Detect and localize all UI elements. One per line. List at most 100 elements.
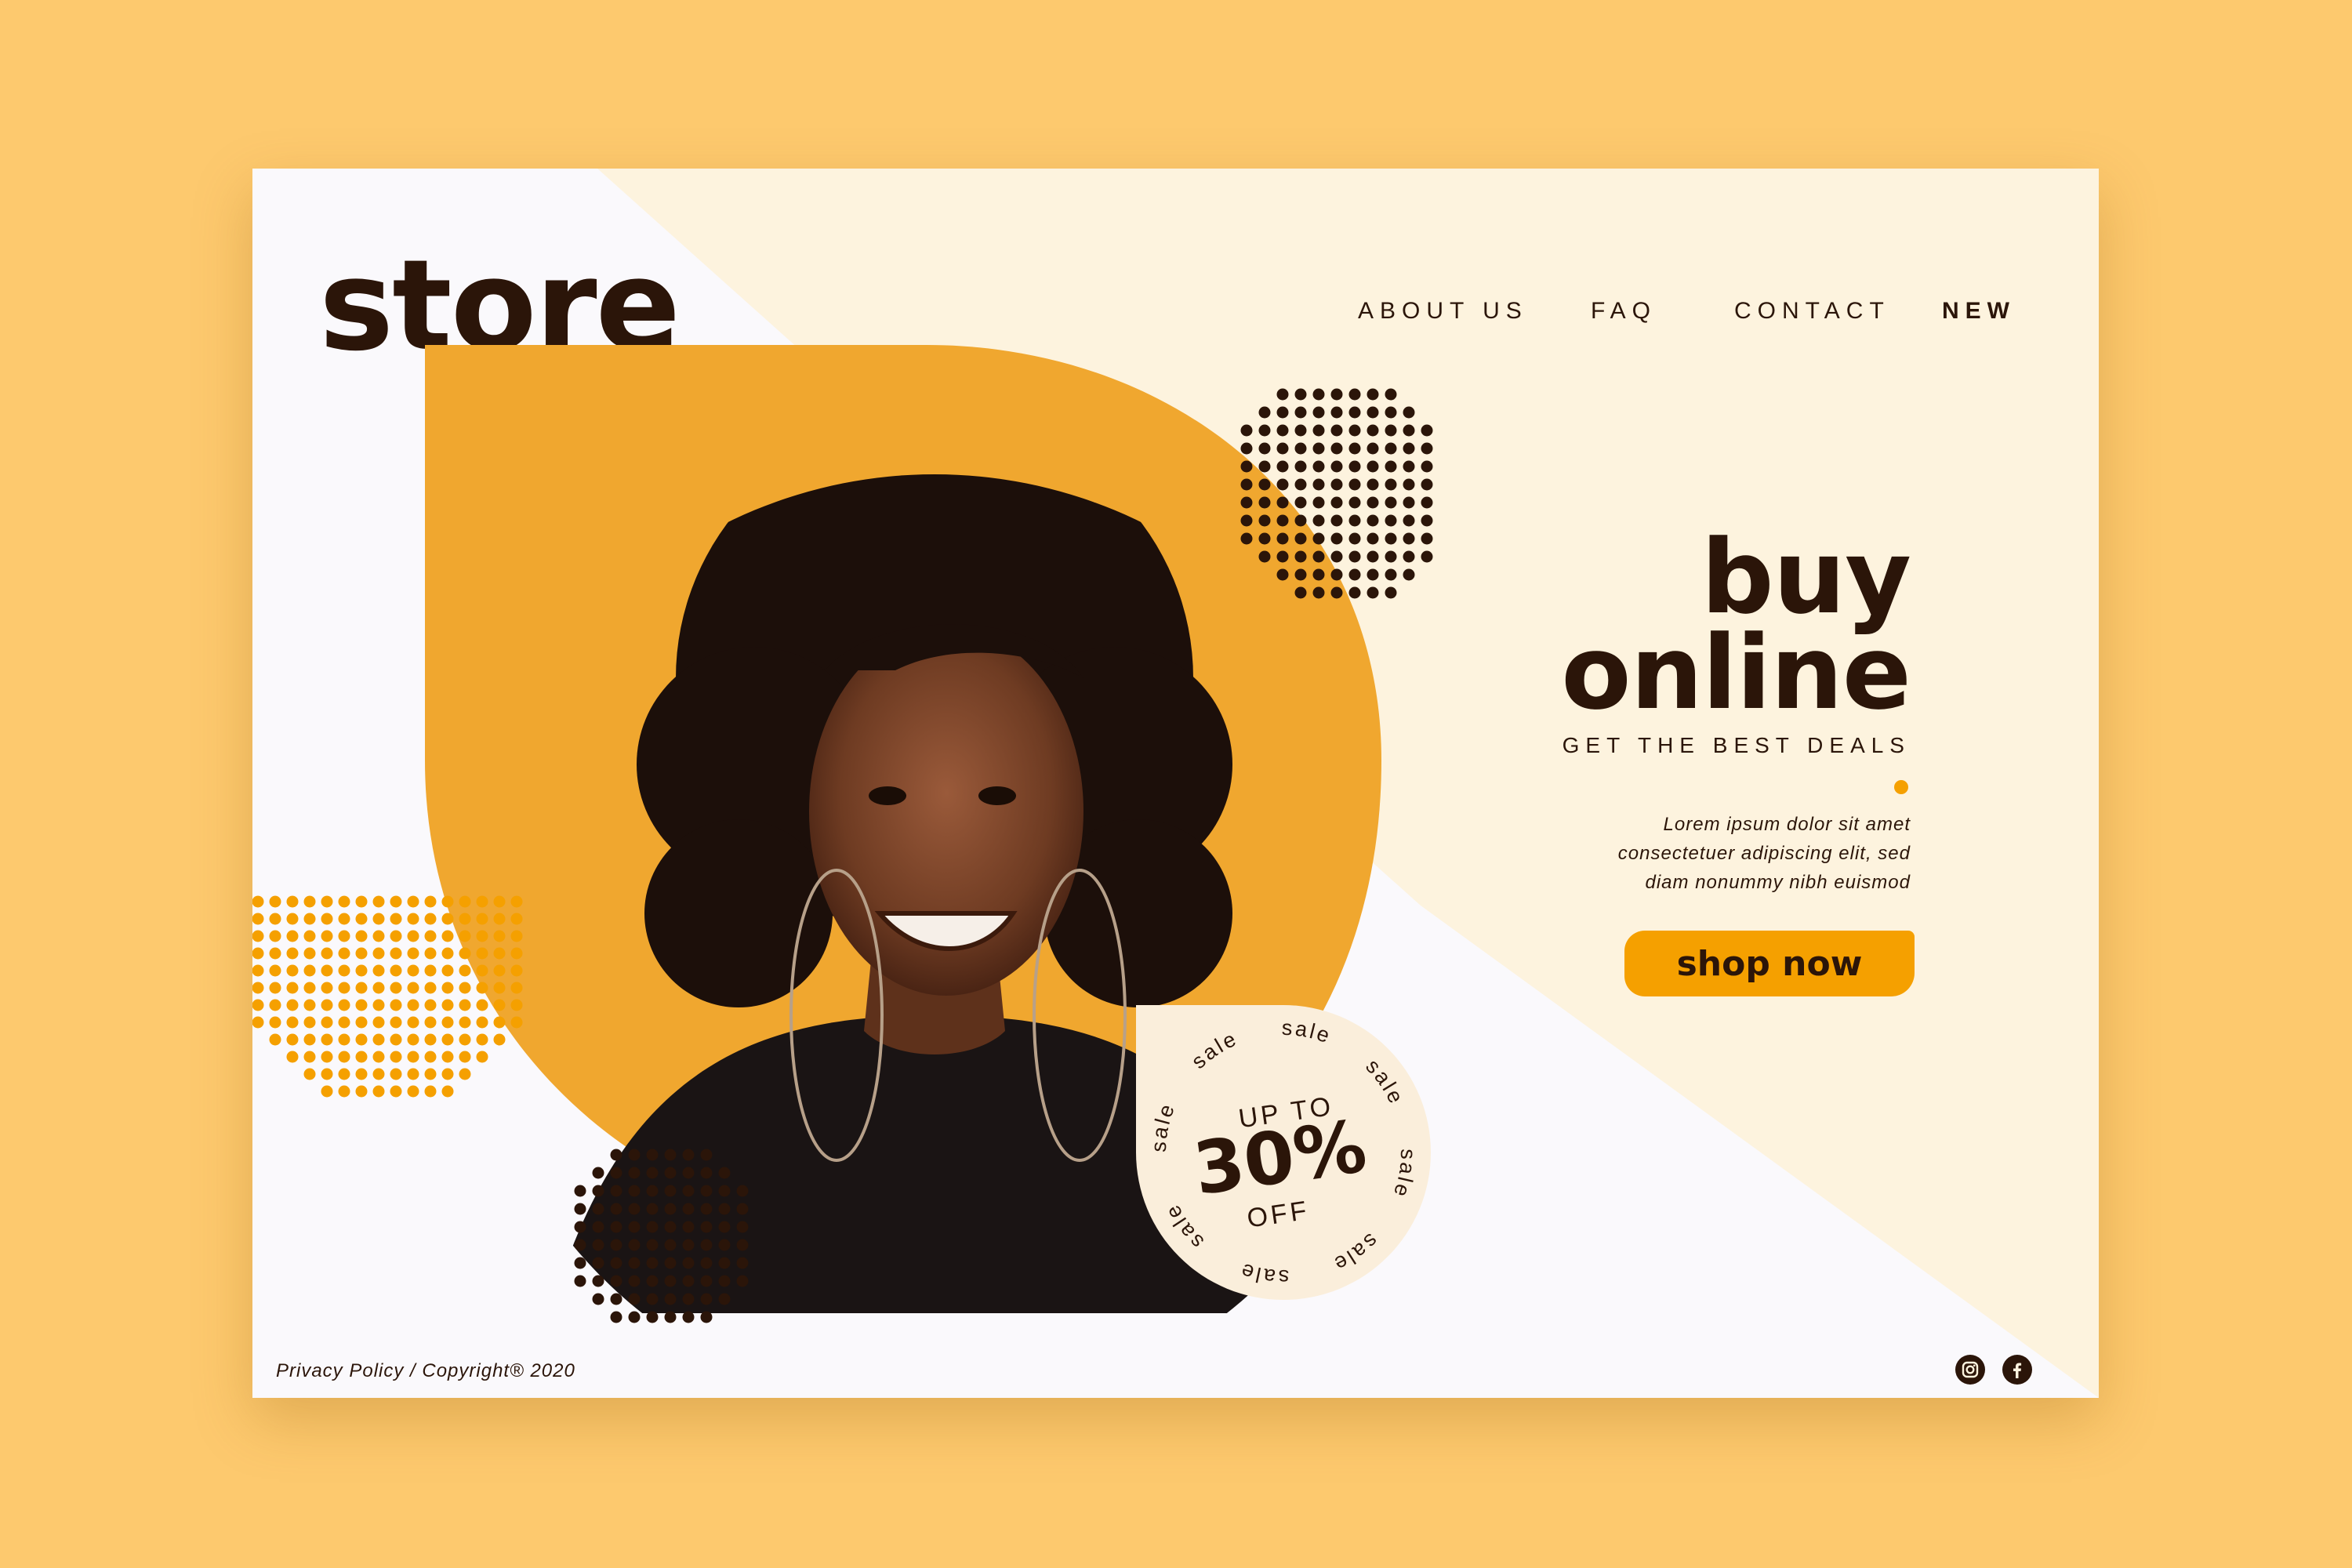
halftone-dot (424, 930, 437, 942)
halftone-dot (321, 913, 333, 925)
halftone-dot (303, 999, 316, 1011)
halftone-dot (1403, 532, 1415, 545)
halftone-dot (407, 1051, 419, 1063)
halftone-dot (424, 964, 437, 977)
halftone-dot (1330, 568, 1343, 581)
halftone-dot (424, 982, 437, 994)
headline: buy online (1561, 517, 1911, 732)
halftone-dot (269, 930, 281, 942)
halftone-dot (372, 1033, 385, 1046)
sale-badge[interactable]: salesale salesale sale sale salesale UP TO 3… (1127, 996, 1440, 1309)
halftone-dot (1312, 550, 1325, 563)
halftone-dot (424, 1033, 437, 1046)
headline-line-2: online (1561, 613, 1911, 732)
halftone-dot (1312, 532, 1325, 545)
halftone-dot (1330, 532, 1343, 545)
halftone-dot (1240, 496, 1253, 509)
halftone-dot (252, 895, 264, 908)
halftone-dot (664, 1221, 677, 1233)
halftone-dot (510, 895, 523, 908)
halftone-dot (700, 1221, 713, 1233)
halftone-dot (592, 1275, 604, 1287)
halftone-dot (1348, 406, 1361, 419)
halftone-dot (303, 913, 316, 925)
halftone-dot (646, 1311, 659, 1323)
halftone-dot (441, 964, 454, 977)
halftone-dot (1403, 550, 1415, 563)
halftone-dot (459, 1016, 471, 1029)
halftone-dot (372, 982, 385, 994)
halftone-dot (1403, 478, 1415, 491)
halftone-dot (1367, 532, 1379, 545)
halftone-dot (1330, 514, 1343, 527)
halftone-dot (1385, 496, 1397, 509)
halftone-dot (1403, 442, 1415, 455)
halftone-dot (286, 999, 299, 1011)
halftone-dot (610, 1293, 622, 1305)
halftone-dot (355, 913, 368, 925)
halftone-dot (1348, 388, 1361, 401)
halftone-dot (269, 964, 281, 977)
footer-legal-links[interactable]: Privacy Policy / Copyright® 2020 (276, 1360, 575, 1382)
halftone-dot (441, 930, 454, 942)
headline-line-1: buy (1700, 517, 1911, 637)
halftone-dot (476, 895, 488, 908)
halftone-dot (628, 1257, 641, 1269)
shop-now-button[interactable]: shop now (1624, 931, 1915, 996)
halftone-dot (700, 1257, 713, 1269)
halftone-dot (574, 1239, 586, 1251)
halftone-dot (355, 1016, 368, 1029)
halftone-dot (664, 1149, 677, 1161)
halftone-dot (1385, 478, 1397, 491)
halftone-dot (269, 1016, 281, 1029)
halftone-dot (372, 1051, 385, 1063)
halftone-dot (510, 947, 523, 960)
description-line-3: diam nonummy nibh euismod (1645, 872, 1911, 893)
halftone-dot (736, 1257, 749, 1269)
halftone-dot (321, 1051, 333, 1063)
halftone-dot (441, 1068, 454, 1080)
halftone-dot (303, 1068, 316, 1080)
facebook-glyph (2013, 1363, 2022, 1378)
halftone-dot (646, 1185, 659, 1197)
halftone-dot (610, 1275, 622, 1287)
halftone-dot (510, 964, 523, 977)
halftone-dot (303, 1033, 316, 1046)
facebook-icon[interactable] (2002, 1355, 2032, 1385)
halftone-dot (1276, 568, 1289, 581)
halftone-dot (700, 1239, 713, 1251)
halftone-dot (459, 1051, 471, 1063)
halftone-dot (476, 982, 488, 994)
halftone-dot (407, 1033, 419, 1046)
halftone-dot (252, 930, 264, 942)
halftone-dot (355, 982, 368, 994)
halftone-dot (493, 1016, 506, 1029)
halftone-dot (1294, 388, 1307, 401)
halftone-dot (269, 1033, 281, 1046)
halftone-dot (592, 1239, 604, 1251)
halftone-dot (1348, 424, 1361, 437)
instagram-icon[interactable] (1955, 1355, 1985, 1385)
halftone-dot (1385, 442, 1397, 455)
halftone-dot (338, 947, 350, 960)
halftone-dot (269, 913, 281, 925)
halftone-dot (321, 1085, 333, 1098)
halftone-dot (1312, 388, 1325, 401)
halftone-dot (718, 1203, 731, 1215)
halftone-dot (1421, 550, 1433, 563)
halftone-dot (1312, 568, 1325, 581)
halftone-dot (628, 1167, 641, 1179)
halftone-dot (1367, 550, 1379, 563)
halftone-dot (493, 999, 506, 1011)
landing-page: store ABOUT US FAQ CONTACT NEW buy onlin… (252, 169, 2099, 1398)
halftone-dot (372, 930, 385, 942)
halftone-dot (252, 947, 264, 960)
halftone-dot (303, 947, 316, 960)
halftone-dot (1385, 568, 1397, 581)
halftone-dot (303, 1016, 316, 1029)
halftone-dot (286, 964, 299, 977)
halftone-dot (1240, 514, 1253, 527)
halftone-dot (1330, 478, 1343, 491)
halftone-dot (424, 1085, 437, 1098)
halftone-dot (1276, 442, 1289, 455)
